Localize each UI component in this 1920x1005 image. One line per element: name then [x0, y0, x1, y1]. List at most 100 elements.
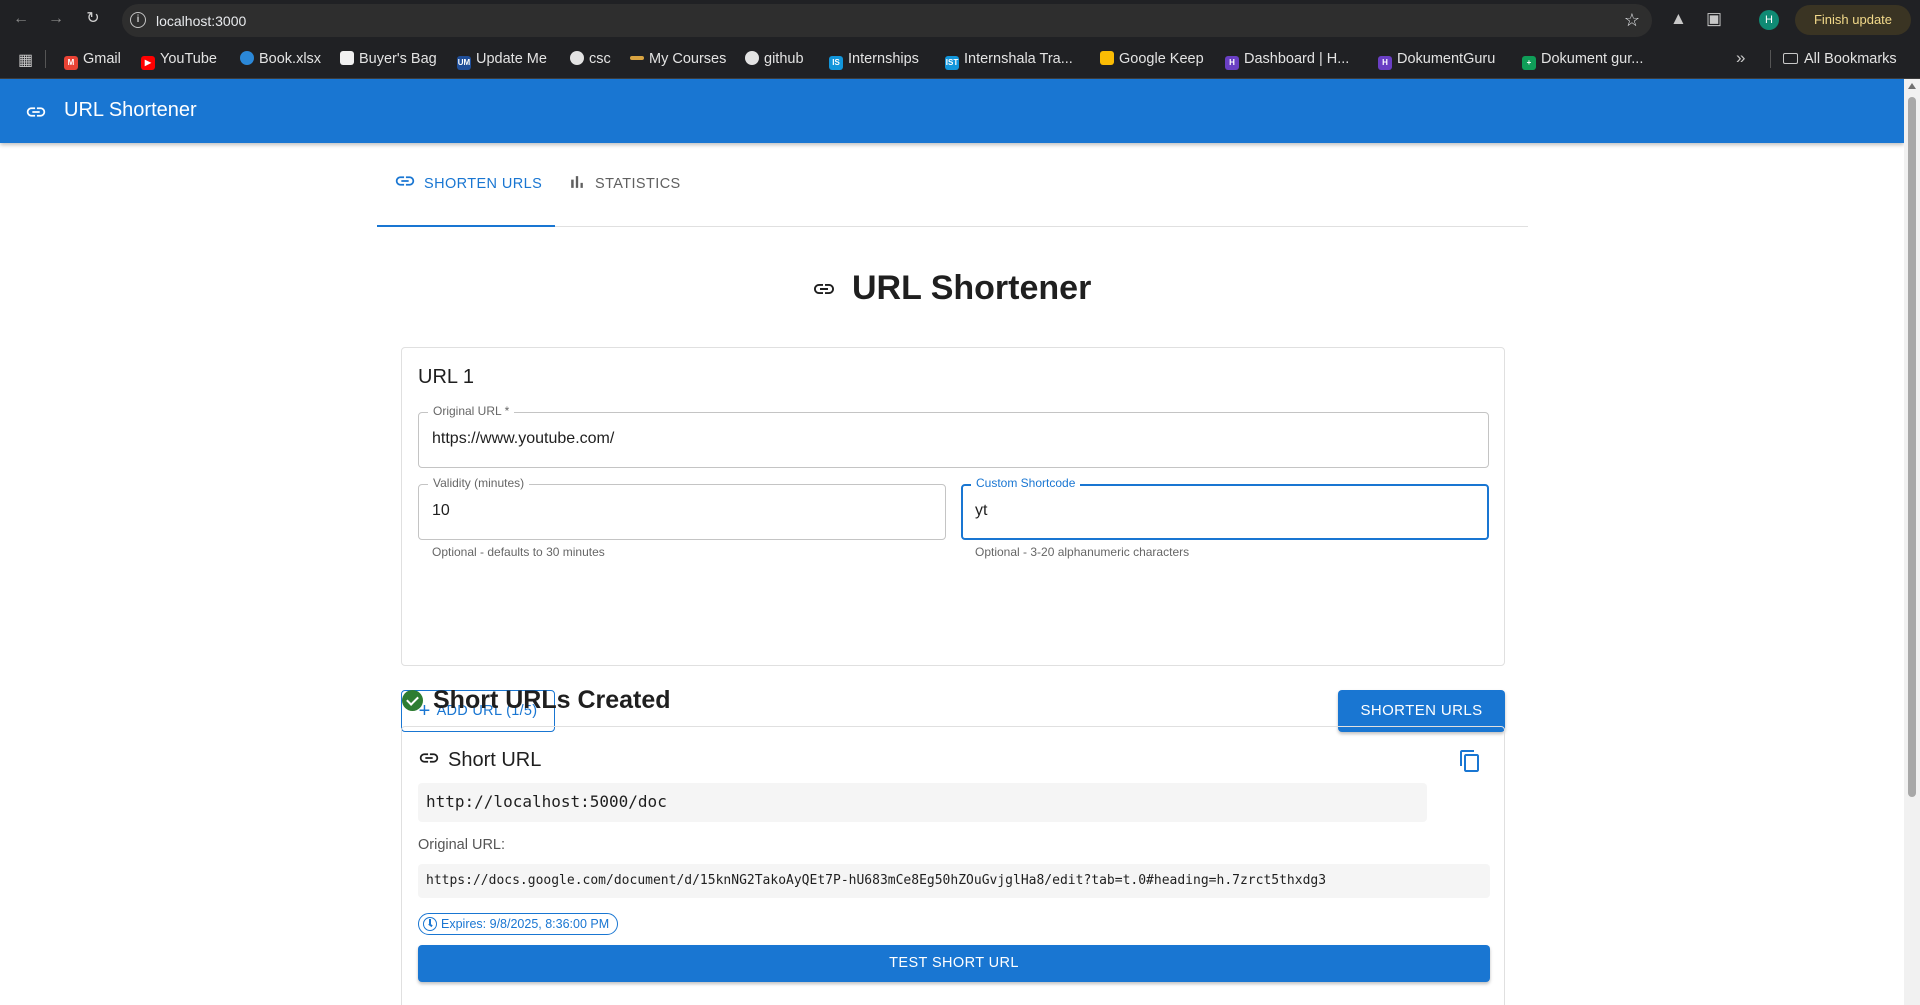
custom-shortcode-input[interactable]: yt — [975, 502, 987, 520]
shortcode-helper-text: Optional - 3-20 alphanumeric characters — [975, 545, 1190, 559]
original-url-input[interactable]: https://www.youtube.com/ — [432, 430, 614, 448]
tab-label: SHORTEN URLS — [424, 176, 543, 192]
page-title-text: URL Shortener — [852, 269, 1092, 307]
extensions-puzzle-icon[interactable]: ▣ — [1706, 9, 1722, 29]
keep-icon — [1100, 51, 1114, 65]
bookmarks-divider — [45, 50, 46, 68]
address-bar[interactable]: i localhost:3000 ☆ — [122, 4, 1652, 37]
test-short-url-button[interactable]: TEST SHORT URL — [418, 945, 1490, 982]
bookmark-item[interactable]: Google Keep — [1100, 49, 1204, 69]
bookmark-label: Book.xlsx — [259, 51, 322, 67]
validity-field[interactable]: Validity (minutes) 10 — [418, 476, 946, 540]
bookmark-item[interactable]: H DokumentGuru — [1378, 49, 1496, 70]
bookmark-label: Internships — [848, 51, 919, 67]
bookmark-label: My Courses — [649, 51, 727, 67]
site-info-icon[interactable]: i — [130, 12, 146, 28]
bookmark-label: Buyer's Bag — [359, 51, 437, 67]
page-title: URL Shortener — [812, 269, 1091, 308]
field-label: Custom Shortcode — [971, 476, 1081, 490]
url-input-card: URL 1 Original URL * https://www.youtube… — [401, 347, 1505, 666]
bookmark-item[interactable]: + Dokument gur... — [1522, 49, 1644, 70]
link-icon — [419, 753, 439, 763]
bookmark-item[interactable]: M Gmail — [64, 49, 121, 70]
extension-icon[interactable]: ▲ — [1670, 9, 1687, 29]
bookmark-item[interactable]: H Dashboard | H... — [1225, 49, 1349, 70]
bookmark-star-icon[interactable]: ☆ — [1624, 10, 1640, 31]
bookmark-label: DokumentGuru — [1397, 51, 1496, 67]
results-heading-text: Short URLs Created — [433, 686, 671, 714]
result-title: Short URL — [418, 747, 541, 772]
scroll-up-arrow[interactable] — [1908, 83, 1916, 89]
validity-input[interactable]: 10 — [432, 502, 450, 520]
apps-grid-icon[interactable]: ▦ — [18, 50, 33, 70]
custom-shortcode-field[interactable]: Custom Shortcode yt — [961, 476, 1489, 540]
all-bookmarks-button[interactable]: All Bookmarks — [1783, 49, 1897, 69]
bookmark-label: Gmail — [83, 51, 121, 67]
page-icon — [340, 51, 354, 65]
youtube-icon: ▶ — [141, 56, 155, 70]
hackerrank-icon: H — [1225, 56, 1239, 70]
bookmark-item[interactable]: github — [745, 49, 804, 69]
scroll-thumb[interactable] — [1908, 97, 1916, 797]
link-icon — [26, 107, 46, 117]
finish-update-button[interactable]: Finish update — [1795, 5, 1911, 35]
original-url-value: https://docs.google.com/document/d/15knN… — [418, 864, 1490, 898]
bookmark-label: Dokument gur... — [1541, 51, 1644, 67]
browser-toolbar: ← → ↻ i localhost:3000 ☆ ▲ ▣ H Finish up… — [0, 0, 1920, 38]
all-bookmarks-label: All Bookmarks — [1804, 51, 1897, 67]
more-bookmarks-icon[interactable]: » — [1736, 48, 1745, 68]
field-label: Original URL * — [428, 404, 515, 418]
results-heading: Short URLs Created — [402, 686, 671, 715]
dokument-icon: H — [1378, 56, 1392, 70]
bookmark-item[interactable]: csc — [570, 49, 611, 69]
bookmark-label: csc — [589, 51, 611, 67]
courses-icon — [630, 56, 644, 60]
expiry-chip: Expires: 9/8/2025, 8:36:00 PM — [418, 913, 619, 935]
result-title-text: Short URL — [448, 749, 542, 771]
bookmark-label: Internshala Tra... — [964, 51, 1073, 67]
copy-icon[interactable] — [1458, 749, 1482, 773]
bookmark-item[interactable]: IST Internshala Tra... — [945, 49, 1073, 70]
bookmark-item[interactable]: IS Internships — [829, 49, 919, 70]
tab-statistics[interactable]: STATISTICS — [560, 155, 690, 227]
field-label: Validity (minutes) — [428, 476, 530, 490]
bookmarks-bar: ▦ M Gmail ▶ YouTube Book.xlsx Buyer's Bag … — [0, 38, 1920, 79]
short-url-value[interactable]: http://localhost:5000/doc — [418, 783, 1427, 822]
bookmark-item[interactable]: Book.xlsx — [240, 49, 321, 69]
bookmark-label: Update Me — [476, 51, 547, 67]
original-url-field[interactable]: Original URL * https://www.youtube.com/ — [418, 404, 1489, 468]
tab-bar: SHORTEN URLS STATISTICS — [377, 155, 1528, 227]
internshala-icon: IS — [829, 56, 843, 70]
github-icon — [570, 51, 584, 65]
validity-helper-text: Optional - defaults to 30 minutes — [432, 545, 605, 559]
card-title: URL 1 — [418, 366, 474, 388]
tab-shorten-urls[interactable]: SHORTEN URLS — [377, 155, 555, 227]
back-icon[interactable]: ← — [12, 10, 30, 28]
check-circle-icon — [402, 690, 423, 711]
um-icon: UM — [457, 56, 471, 70]
profile-avatar[interactable]: H — [1759, 10, 1779, 30]
link-icon — [814, 284, 834, 294]
folder-icon — [1783, 53, 1798, 64]
expiry-text: Expires: 9/8/2025, 8:36:00 PM — [441, 917, 610, 931]
clock-icon — [423, 917, 437, 931]
page-scrollbar[interactable] — [1904, 79, 1920, 1005]
bookmark-label: Google Keep — [1119, 51, 1204, 67]
short-url-result-card: Short URL http://localhost:5000/doc Orig… — [401, 726, 1505, 1005]
bar-chart-icon — [571, 176, 583, 188]
internshala-training-icon: IST — [945, 56, 959, 70]
reload-icon[interactable]: ↻ — [84, 10, 102, 28]
bookmark-item[interactable]: UM Update Me — [457, 49, 547, 70]
address-url[interactable]: localhost:3000 — [156, 13, 246, 29]
original-url-label: Original URL: — [418, 837, 506, 853]
link-icon — [395, 176, 415, 186]
bookmark-item[interactable]: Buyer's Bag — [340, 49, 437, 69]
app-bar: URL Shortener — [0, 79, 1904, 143]
forward-icon[interactable]: → — [47, 10, 65, 28]
github-icon — [745, 51, 759, 65]
tab-label: STATISTICS — [595, 176, 681, 192]
bookmark-item[interactable]: ▶ YouTube — [141, 49, 217, 70]
bookmarks-divider — [1770, 50, 1771, 68]
bookmark-item[interactable]: My Courses — [630, 49, 726, 69]
page-viewport: URL Shortener SHORTEN URLS STATISTICS UR… — [0, 79, 1920, 1005]
